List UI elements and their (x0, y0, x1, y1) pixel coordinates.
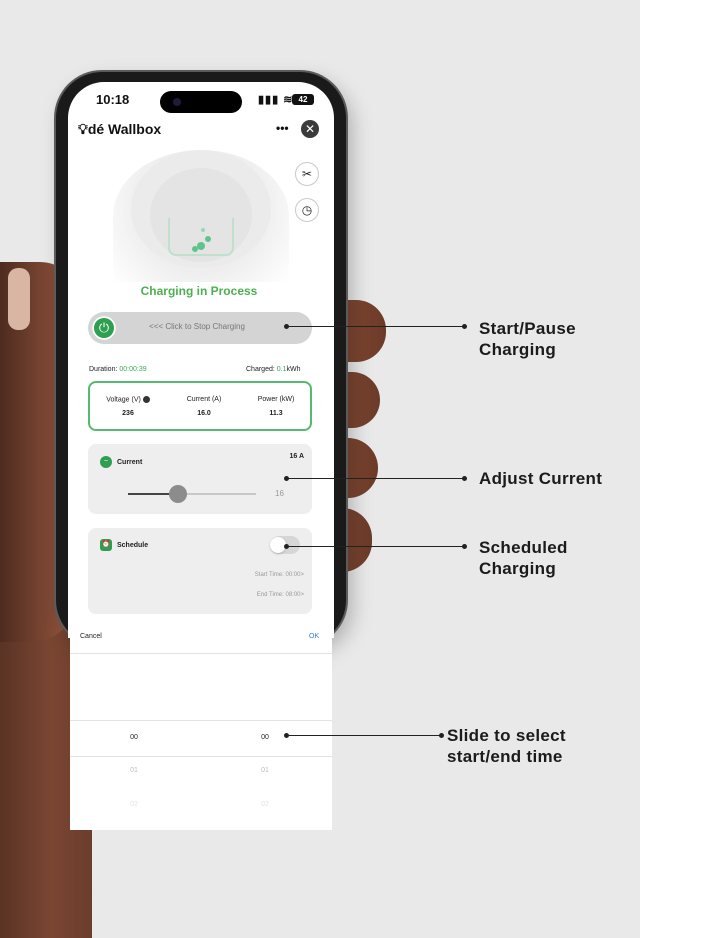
callout-scheduled-charging: Scheduled Charging (479, 538, 568, 578)
charging-status: Charging in Process (140, 284, 258, 298)
metric-voltage: Voltage (V) 236 (96, 396, 160, 417)
metric-power: Power (kW) 11.3 (244, 396, 308, 417)
power-icon[interactable]: ⏻ (92, 316, 116, 340)
bulb-icon: 💡︎ (78, 121, 88, 137)
callout-adjust-current: Adjust Current (479, 469, 603, 488)
picker-hour-option[interactable]: 00 (119, 734, 149, 741)
duration-label: Duration: (89, 366, 118, 373)
metric-value: 11.3 (269, 410, 283, 417)
picker-minute-option[interactable]: 00 (250, 734, 280, 741)
callout-dot (462, 476, 467, 481)
callout-dot (462, 324, 467, 329)
metric-label: Voltage (V) (106, 396, 141, 404)
battery-icon: 42 (292, 94, 314, 105)
alarm-clock-icon: ⏰ (100, 539, 112, 551)
current-value: 16 A (289, 453, 304, 460)
current-slider-value: 16 (275, 489, 284, 498)
info-icon[interactable] (142, 396, 150, 403)
schedule-card: ⏰ Schedule Start Time: 00:00> End Time: … (88, 528, 312, 614)
callout-start-pause: Start/Pause Charging (479, 319, 576, 359)
app-title-text: dé Wallbox (87, 121, 162, 137)
metric-value: 16.0 (197, 410, 211, 417)
bubble (197, 242, 205, 250)
metrics-panel: Voltage (V) 236 Current (A) 16.0 Power (… (88, 381, 312, 431)
duration: Duration: 00:00:39 (89, 366, 147, 373)
schedule-end-time[interactable]: End Time: 08:00> (257, 592, 304, 598)
metric-value: 236 (122, 410, 134, 418)
callout-slide-time: Slide to select start/end time (447, 726, 566, 766)
close-button[interactable]: ✕ (301, 120, 319, 138)
picker-hour-option[interactable]: 01 (119, 767, 149, 774)
charged-unit: kWh (286, 366, 301, 373)
charged: Charged: 0.1kWh (246, 366, 300, 373)
callout-line (286, 478, 464, 479)
current-wave-icon: ~ (100, 456, 112, 468)
schedule-start-time[interactable]: Start Time: 00:00> (255, 572, 304, 578)
metric-label: Power (kW) (257, 396, 295, 403)
callout-line (286, 326, 464, 327)
signal-wifi-icon: ▮▮▮ ≋ (258, 94, 294, 106)
settings-tools-button[interactable]: ✂ (295, 162, 319, 186)
picker-selection-bottom (70, 756, 332, 757)
picker-cancel-button[interactable]: Cancel (80, 633, 102, 640)
charging-animation-cup (168, 218, 234, 256)
current-slider-thumb[interactable] (168, 485, 187, 503)
bubble (192, 246, 198, 252)
status-time: 10:18 (96, 92, 130, 107)
picker-divider (70, 653, 332, 654)
bubble (201, 228, 205, 232)
bubble (205, 236, 211, 242)
metric-label: Current (A) (186, 396, 222, 403)
picker-ok-button[interactable]: OK (309, 633, 319, 640)
stop-slider-label: <<< Click to Stop Charging (149, 322, 245, 331)
thumb-nail (8, 268, 30, 330)
time-picker (70, 626, 332, 830)
more-button[interactable]: ••• (276, 121, 289, 135)
timer-button[interactable]: ◷ (295, 198, 319, 222)
callout-line (286, 546, 464, 547)
callout-dot (439, 733, 444, 738)
picker-minute-option[interactable]: 02 (250, 801, 280, 808)
current-card: ~ Current 16 A 16 (88, 444, 312, 514)
app-title: 💡︎dé Wallbox (78, 121, 161, 138)
metric-current: Current (A) 16.0 (172, 396, 236, 417)
dynamic-island (160, 91, 242, 113)
picker-hour-option[interactable]: 02 (119, 801, 149, 808)
callout-dot (462, 544, 467, 549)
callout-line (286, 735, 441, 736)
picker-selection-top (70, 720, 332, 721)
schedule-card-title: Schedule (117, 542, 149, 549)
charged-label: Charged: (246, 366, 275, 373)
duration-value: 00:00:39 (119, 366, 147, 373)
picker-minute-option[interactable]: 01 (250, 767, 280, 774)
current-card-title: Current (117, 459, 143, 466)
